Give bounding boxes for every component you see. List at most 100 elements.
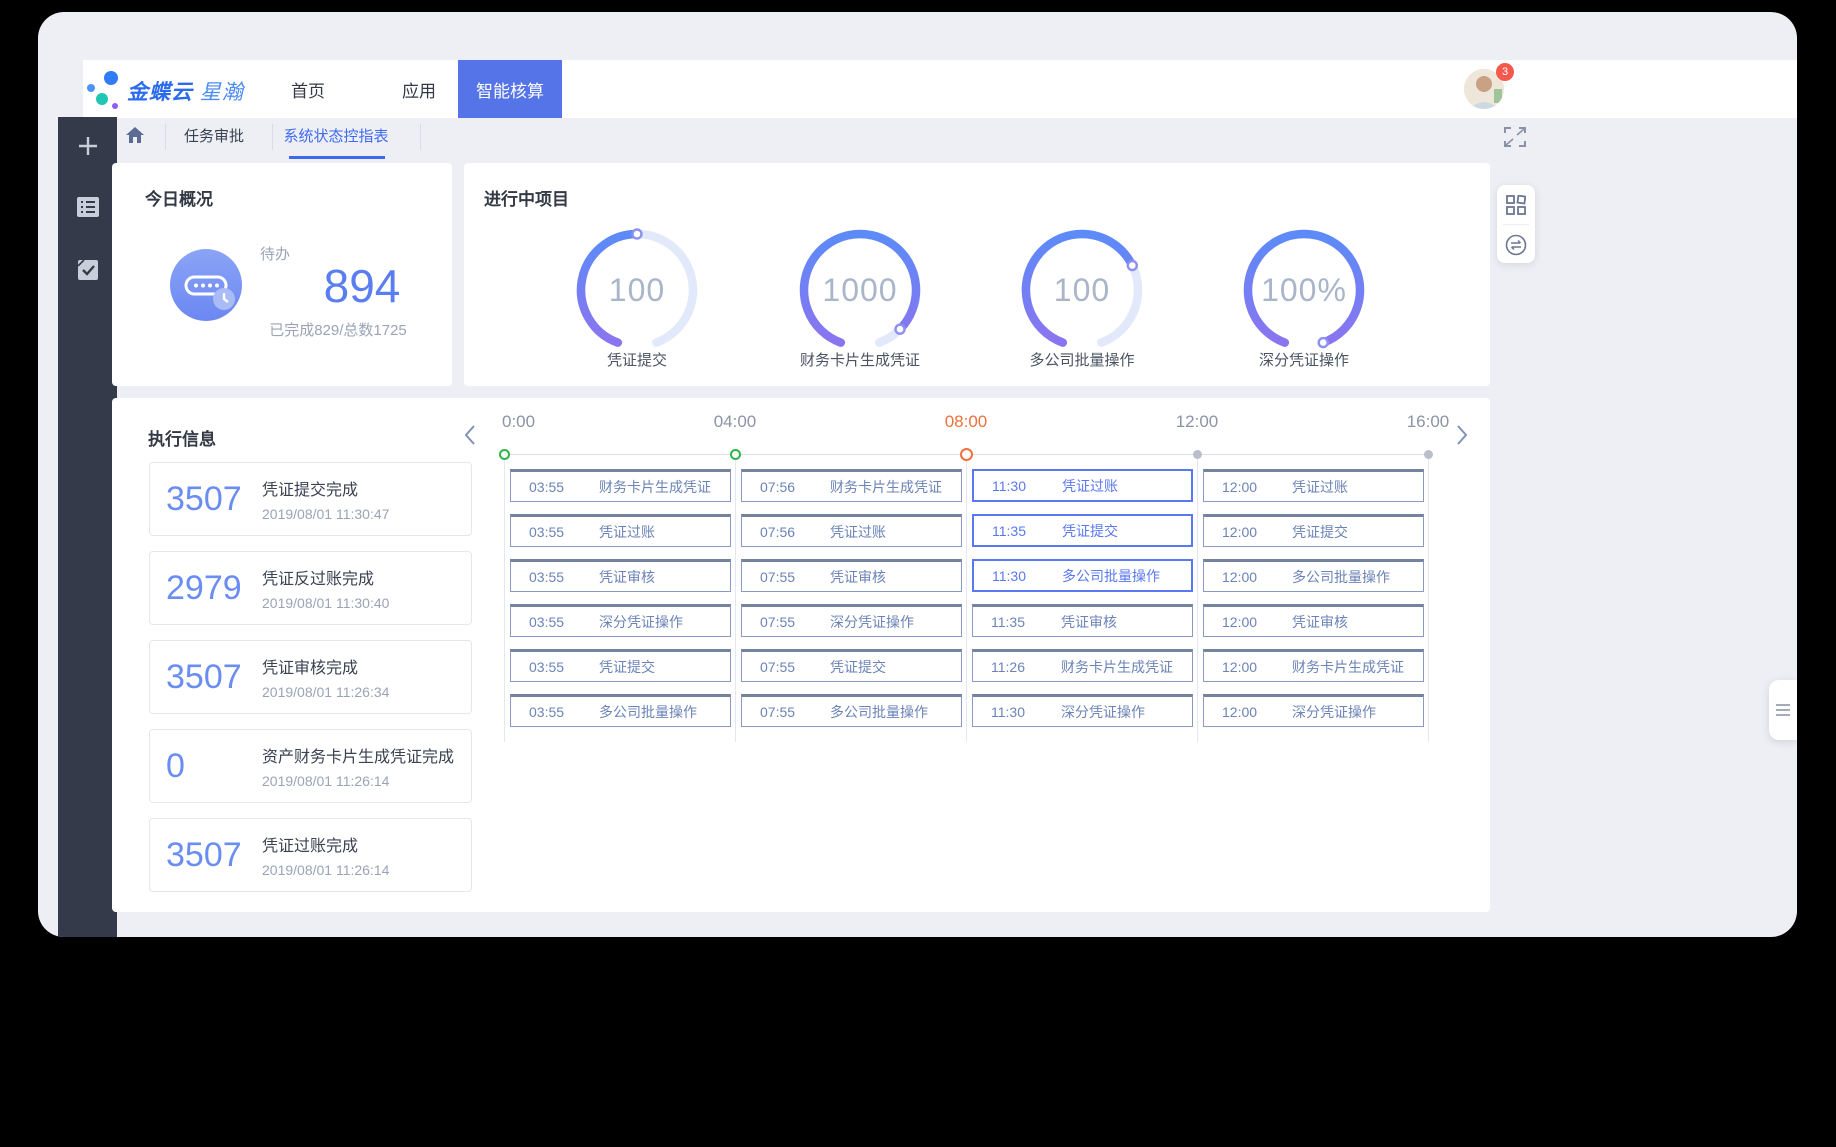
stat-card-1[interactable]: 3507凭证提交完成2019/08/01 11:30:47 bbox=[149, 462, 472, 536]
stat-title: 凭证过账完成 bbox=[262, 832, 389, 856]
event-item[interactable]: 03:55凭证提交 bbox=[510, 649, 731, 682]
event-time: 07:55 bbox=[760, 704, 822, 720]
event-label: 深分凭证操作 bbox=[1292, 702, 1376, 722]
event-time: 03:55 bbox=[529, 659, 591, 675]
event-item[interactable]: 07:55深分凭证操作 bbox=[741, 604, 962, 637]
tab-separator bbox=[272, 124, 273, 150]
stat-text: 凭证审核完成 2019/08/01 11:26:34 bbox=[262, 654, 389, 700]
event-label: 财务卡片生成凭证 bbox=[830, 477, 942, 497]
event-item[interactable]: 11:35凭证审核 bbox=[972, 604, 1193, 637]
fullscreen-expand-icon[interactable] bbox=[1504, 127, 1526, 147]
todo-summary: 已完成829/总数1725 bbox=[238, 319, 438, 340]
event-column-1: 03:55财务卡片生成凭证03:55凭证过账03:55凭证审核03:55深分凭证… bbox=[510, 469, 731, 727]
dashboard-grid-button[interactable] bbox=[1497, 185, 1535, 224]
stat-value: 0 bbox=[166, 747, 262, 786]
event-label: 凭证审核 bbox=[599, 567, 655, 587]
event-time: 11:35 bbox=[991, 614, 1053, 630]
gauge-label: 凭证提交 bbox=[527, 349, 747, 370]
nav-item-smart-accounting-active[interactable]: 智能核算 bbox=[458, 60, 562, 118]
event-item[interactable]: 11:30凭证过账 bbox=[972, 469, 1193, 502]
plus-icon[interactable] bbox=[76, 134, 100, 158]
app-window: 金蝶云 星瀚 首页 应用 智能核算 3 任务审批 系统状态控指表 bbox=[38, 12, 1797, 937]
gauge-label: 深分凭证操作 bbox=[1194, 349, 1414, 370]
event-item[interactable]: 12:00凭证审核 bbox=[1203, 604, 1424, 637]
stat-title: 凭证提交完成 bbox=[262, 476, 389, 500]
stat-datetime: 2019/08/01 11:26:14 bbox=[262, 773, 454, 789]
event-item[interactable]: 11:30多公司批量操作 bbox=[972, 559, 1193, 592]
kingdee-dots-icon bbox=[87, 68, 123, 110]
event-time: 11:30 bbox=[992, 478, 1054, 494]
stat-card-5[interactable]: 3507凭证过账完成2019/08/01 11:26:14 bbox=[149, 818, 472, 892]
event-item[interactable]: 03:55财务卡片生成凭证 bbox=[510, 469, 731, 502]
tab-task-approval[interactable]: 任务审批 bbox=[184, 124, 244, 150]
nav-item-apps[interactable]: 应用 bbox=[389, 60, 449, 118]
event-column-2: 07:56财务卡片生成凭证07:56凭证过账07:55凭证审核07:55深分凭证… bbox=[741, 469, 962, 727]
column-separator bbox=[735, 454, 736, 742]
chevron-left-icon[interactable] bbox=[462, 423, 478, 447]
gauge-value: 1000 bbox=[795, 225, 925, 355]
timeline-dot-green bbox=[730, 449, 741, 460]
timeline-tick-label: 04:00 bbox=[695, 412, 775, 434]
home-icon[interactable] bbox=[126, 127, 144, 143]
timeline-dot-green bbox=[499, 449, 510, 460]
stat-card-4[interactable]: 0资产财务卡片生成凭证完成 2019/08/01 11:26:14 bbox=[149, 729, 472, 803]
gauge-value: 100% bbox=[1239, 225, 1369, 355]
event-item[interactable]: 03:55深分凭证操作 bbox=[510, 604, 731, 637]
event-label: 财务卡片生成凭证 bbox=[1292, 657, 1404, 677]
gauge-label: 财务卡片生成凭证 bbox=[750, 349, 970, 370]
list-icon[interactable] bbox=[76, 195, 100, 219]
gauge-value: 100 bbox=[1017, 225, 1147, 355]
gauge-3: 100 bbox=[1017, 225, 1147, 355]
event-item[interactable]: 11:30深分凭证操作 bbox=[972, 694, 1193, 727]
event-item[interactable]: 07:55凭证审核 bbox=[741, 559, 962, 592]
event-time: 07:56 bbox=[760, 524, 822, 540]
tab-separator bbox=[420, 124, 421, 150]
event-item[interactable]: 12:00凭证提交 bbox=[1203, 514, 1424, 547]
today-overview-card: 今日概况 待办 894 已完成829/总数1725 bbox=[112, 163, 452, 386]
event-item[interactable]: 03:55凭证审核 bbox=[510, 559, 731, 592]
avatar[interactable]: 3 bbox=[1464, 69, 1504, 109]
event-item[interactable]: 03:55多公司批量操作 bbox=[510, 694, 731, 727]
event-item[interactable]: 07:56 财务卡片生成凭证 bbox=[741, 469, 962, 502]
event-item[interactable]: 07:56 凭证过账 bbox=[741, 514, 962, 547]
tab-system-status-active[interactable]: 系统状态控指表 bbox=[276, 124, 396, 150]
event-item[interactable]: 11:26财务卡片生成凭证 bbox=[972, 649, 1193, 682]
swap-circle-button[interactable] bbox=[1497, 225, 1535, 264]
event-label: 凭证过账 bbox=[599, 522, 655, 542]
stat-title: 资产财务卡片生成凭证完成 bbox=[262, 743, 454, 767]
event-time: 07:56 bbox=[760, 479, 822, 495]
event-item[interactable]: 07:55凭证提交 bbox=[741, 649, 962, 682]
timeline-tick-label: 0:00 bbox=[502, 412, 582, 434]
projects-card-title: 进行中项目 bbox=[484, 185, 569, 210]
stat-card-2[interactable]: 2979凭证反过账完成2019/08/01 11:30:40 bbox=[149, 551, 472, 625]
stat-card-3[interactable]: 3507凭证审核完成2019/08/01 11:26:34 bbox=[149, 640, 472, 714]
timeline-dot-gray bbox=[1424, 450, 1433, 459]
event-label: 深分凭证操作 bbox=[830, 612, 914, 632]
stat-title: 凭证审核完成 bbox=[262, 654, 389, 678]
stat-datetime: 2019/08/01 11:26:34 bbox=[262, 684, 389, 700]
clipboard-check-icon[interactable] bbox=[76, 258, 100, 282]
tab-separator bbox=[165, 124, 166, 150]
event-label: 多公司批量操作 bbox=[599, 702, 697, 722]
stat-value: 2979 bbox=[166, 569, 262, 608]
event-item[interactable]: 12:00财务卡片生成凭证 bbox=[1203, 649, 1424, 682]
edge-drawer-tab[interactable] bbox=[1769, 680, 1797, 740]
today-card-title: 今日概况 bbox=[145, 185, 213, 210]
stat-text: 凭证反过账完成2019/08/01 11:30:40 bbox=[262, 565, 389, 611]
event-item[interactable]: 11:35凭证提交 bbox=[972, 514, 1193, 547]
event-item[interactable]: 12:00多公司批量操作 bbox=[1203, 559, 1424, 592]
event-label: 财务卡片生成凭证 bbox=[1061, 657, 1173, 677]
event-item[interactable]: 12:00凭证过账 bbox=[1203, 469, 1424, 502]
event-time: 11:35 bbox=[992, 523, 1054, 539]
event-item[interactable]: 03:55凭证过账 bbox=[510, 514, 731, 547]
event-label: 财务卡片生成凭证 bbox=[599, 477, 711, 497]
event-item[interactable]: 07:55多公司批量操作 bbox=[741, 694, 962, 727]
ongoing-projects-card: 进行中项目 1001000100100% 凭证提交财务卡片生成凭证多公司批量操作… bbox=[464, 163, 1490, 386]
nav-item-home[interactable]: 首页 bbox=[278, 60, 338, 118]
event-label: 凭证过账 bbox=[830, 522, 886, 542]
logo-text-bold: 金蝶云 bbox=[127, 81, 193, 104]
todo-clock-icon bbox=[168, 247, 244, 323]
event-label: 凭证提交 bbox=[1292, 522, 1348, 542]
column-separator bbox=[1428, 454, 1429, 742]
event-item[interactable]: 12:00深分凭证操作 bbox=[1203, 694, 1424, 727]
